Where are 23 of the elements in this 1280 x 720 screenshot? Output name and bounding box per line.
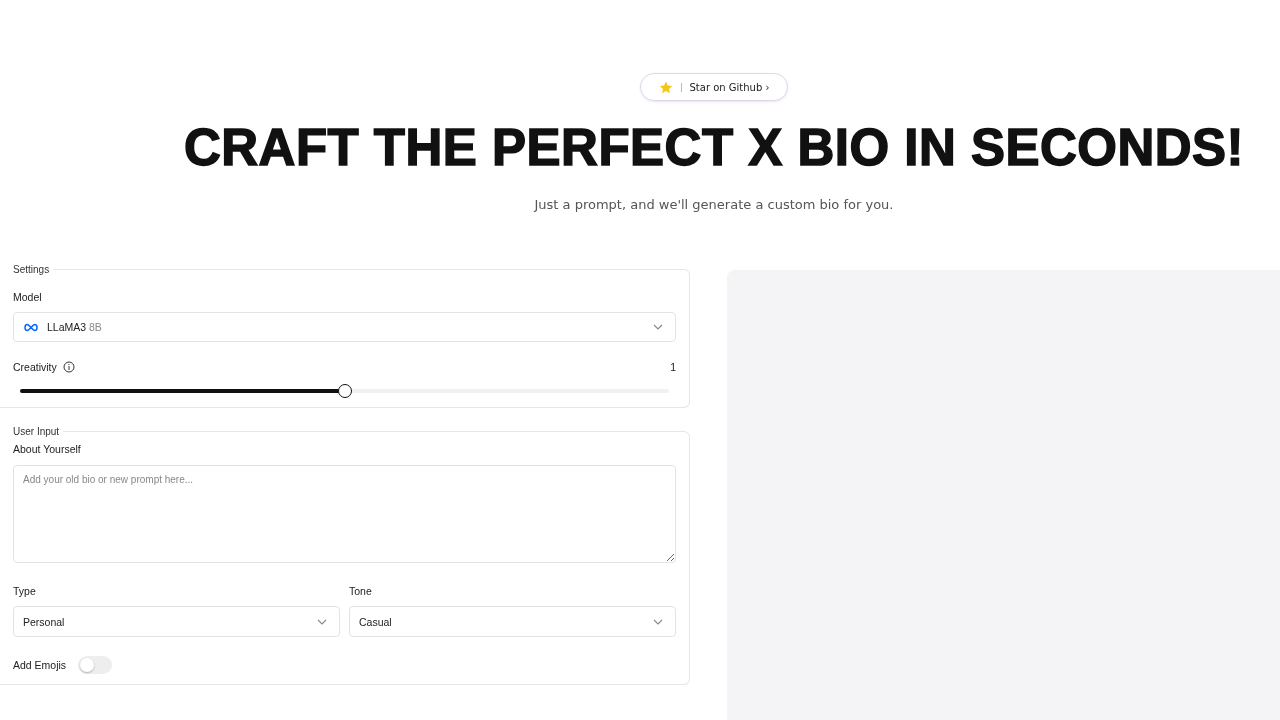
dropdown-select[interactable]: Personal	[13, 606, 340, 637]
headline: CRAFT THE PERFECT X BIO IN SECONDS!	[183, 118, 1245, 177]
settings-legend: Settings	[0, 264, 54, 275]
chevron-down-icon	[653, 324, 663, 330]
info-icon	[62, 361, 75, 373]
chevron-down-icon	[653, 618, 663, 625]
subtitle: Just a prompt, and we'll generate a custom bio for you.	[534, 197, 894, 212]
creativity-value: 1	[670, 361, 676, 373]
select-label: Tone	[349, 585, 373, 597]
add-emojis-toggle[interactable]	[78, 656, 113, 674]
select-label: Type	[13, 585, 37, 597]
add-emojis-label: Add Emojis	[13, 659, 67, 671]
model-select[interactable]: LLaMA3 8B	[13, 312, 676, 342]
slider-thumb[interactable]	[337, 384, 352, 398]
about-yourself-label: About Yourself	[13, 443, 82, 455]
user-input-legend: User Input	[0, 426, 64, 437]
star-icon	[658, 80, 673, 94]
model-label: Model	[13, 291, 43, 303]
chevron-down-icon	[317, 618, 327, 625]
infinity-logo-icon	[23, 322, 39, 332]
creativity-label: Creativity	[13, 361, 57, 373]
dropdown-select[interactable]: Casual	[349, 606, 676, 637]
about-yourself-field[interactable]: Add your old bio or new prompt here...	[13, 465, 676, 563]
